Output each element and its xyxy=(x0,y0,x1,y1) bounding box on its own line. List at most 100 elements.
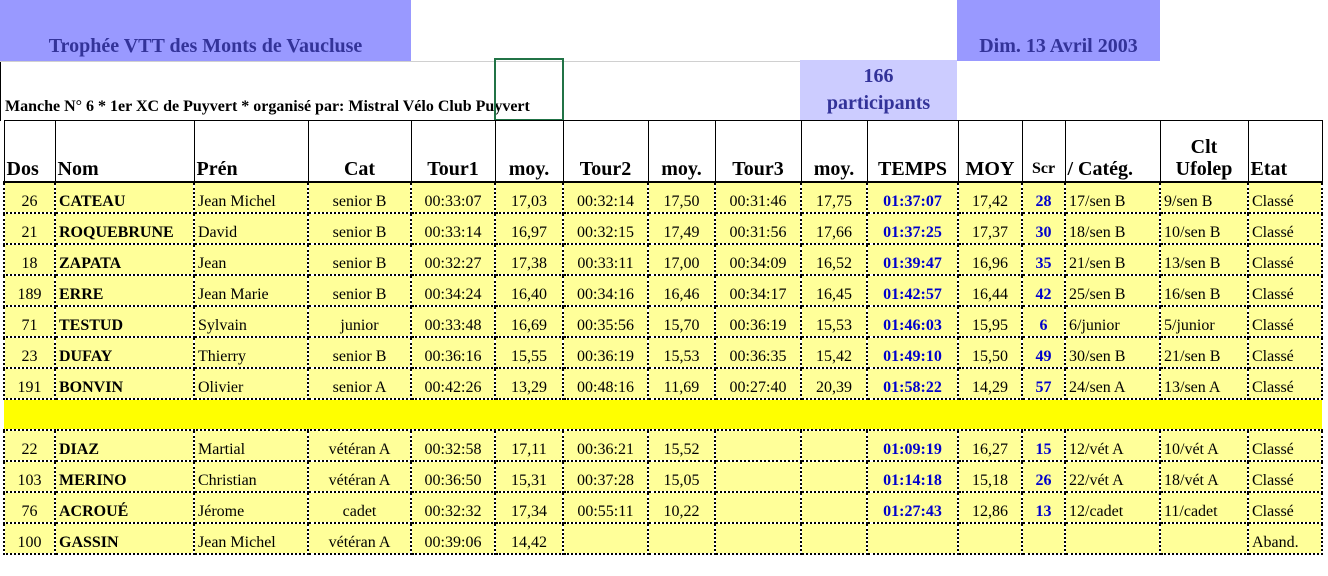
cell-tour2[interactable]: 00:55:11 xyxy=(562,492,649,524)
cell-temps[interactable]: 01:49:10 xyxy=(866,337,959,369)
cell-scr[interactable]: 57 xyxy=(1021,368,1066,400)
cell-nom[interactable]: BONVIN xyxy=(54,368,195,400)
cell-etat[interactable]: Classé xyxy=(1247,461,1323,493)
cell-scr[interactable]: 26 xyxy=(1021,461,1066,493)
cell-moy2[interactable]: 16,46 xyxy=(647,275,716,307)
cell-scr[interactable]: 42 xyxy=(1021,275,1066,307)
cell-moy1[interactable]: 16,69 xyxy=(494,306,564,338)
cell-cat[interactable]: senior B xyxy=(307,275,412,307)
cell-categ[interactable]: 6/junior xyxy=(1064,306,1161,338)
cell-moy[interactable]: 12,86 xyxy=(957,492,1023,524)
cell-dos[interactable]: 23 xyxy=(3,337,56,369)
cell-categ[interactable]: 12/vét A xyxy=(1064,430,1161,462)
cell-dos[interactable]: 100 xyxy=(3,523,56,555)
cell-moy3[interactable]: 16,45 xyxy=(800,275,868,307)
cell-pren[interactable]: Jean Marie xyxy=(193,275,309,307)
cell-clt[interactable]: 18/vét A xyxy=(1159,461,1249,493)
cell-clt[interactable]: 11/cadet xyxy=(1159,492,1249,524)
cell-moy2[interactable]: 17,49 xyxy=(647,213,716,245)
col-tour1[interactable]: Tour1 xyxy=(410,120,496,183)
cell-cat[interactable]: senior B xyxy=(307,182,412,214)
cell-temps[interactable]: 01:14:18 xyxy=(866,461,959,493)
cell-moy3[interactable] xyxy=(800,523,868,555)
cell-temps[interactable] xyxy=(866,523,959,555)
cell-tour1[interactable]: 00:33:14 xyxy=(410,213,496,245)
cell-clt[interactable] xyxy=(1159,523,1249,555)
cell-dos[interactable]: 189 xyxy=(3,275,56,307)
cell-clt[interactable]: 5/junior xyxy=(1159,306,1249,338)
cell-moy3[interactable]: 17,66 xyxy=(800,213,868,245)
cell-moy3[interactable]: 16,52 xyxy=(800,244,868,276)
cell-tour1[interactable]: 00:32:58 xyxy=(410,430,496,462)
cell-pren[interactable]: Christian xyxy=(193,461,309,493)
cell-tour3[interactable]: 00:27:40 xyxy=(714,368,802,400)
col-pren[interactable]: Prén xyxy=(193,120,309,183)
cell-categ[interactable]: 17/sen B xyxy=(1064,182,1161,214)
cell-temps[interactable]: 01:42:57 xyxy=(866,275,959,307)
cell-categ[interactable]: 12/cadet xyxy=(1064,492,1161,524)
cell-tour1[interactable]: 00:39:06 xyxy=(410,523,496,555)
col-categ[interactable]: / Catég. xyxy=(1064,120,1161,183)
cell-categ[interactable]: 22/vét A xyxy=(1064,461,1161,493)
cell-pren[interactable]: David xyxy=(193,213,309,245)
cell-scr[interactable]: 6 xyxy=(1021,306,1066,338)
cell-cat[interactable]: senior B xyxy=(307,213,412,245)
cell-tour1[interactable]: 00:32:32 xyxy=(410,492,496,524)
cell-categ[interactable]: 21/sen B xyxy=(1064,244,1161,276)
cell-moy[interactable]: 16,44 xyxy=(957,275,1023,307)
cell-scr[interactable]: 30 xyxy=(1021,213,1066,245)
cell-moy[interactable]: 14,29 xyxy=(957,368,1023,400)
cell-dos[interactable]: 22 xyxy=(3,430,56,462)
col-moy3[interactable]: moy. xyxy=(800,120,868,183)
cell-moy3[interactable]: 15,42 xyxy=(800,337,868,369)
cell-nom[interactable]: DUFAY xyxy=(54,337,195,369)
cell-cat[interactable]: vétéran A xyxy=(307,461,412,493)
cell-moy[interactable]: 15,18 xyxy=(957,461,1023,493)
cell-tour3[interactable]: 00:34:17 xyxy=(714,275,802,307)
cell-moy[interactable]: 15,50 xyxy=(957,337,1023,369)
cell-dos[interactable]: 18 xyxy=(3,244,56,276)
cell-clt[interactable]: 10/vét A xyxy=(1159,430,1249,462)
cell-nom[interactable]: TESTUD xyxy=(54,306,195,338)
cell-temps[interactable]: 01:09:19 xyxy=(866,430,959,462)
cell-nom[interactable]: ACROUÉ xyxy=(54,492,195,524)
cell-dos[interactable]: 103 xyxy=(3,461,56,493)
cell-tour3[interactable] xyxy=(714,430,802,462)
cell-cat[interactable]: junior xyxy=(307,306,412,338)
cell-categ[interactable] xyxy=(1064,523,1161,555)
cell-scr[interactable]: 28 xyxy=(1021,182,1066,214)
cell-scr[interactable]: 13 xyxy=(1021,492,1066,524)
cell-moy1[interactable]: 17,34 xyxy=(494,492,564,524)
cell-etat[interactable]: Classé xyxy=(1247,182,1323,214)
cell-moy3[interactable]: 15,53 xyxy=(800,306,868,338)
cell-nom[interactable]: CATEAU xyxy=(54,182,195,214)
cell-moy2[interactable]: 15,53 xyxy=(647,337,716,369)
col-moy1[interactable]: moy. xyxy=(494,120,564,183)
cell-cat[interactable]: senior B xyxy=(307,244,412,276)
cell-dos[interactable]: 191 xyxy=(3,368,56,400)
col-tour3[interactable]: Tour3 xyxy=(714,120,802,183)
cell-nom[interactable]: GASSIN xyxy=(54,523,195,555)
cell-scr[interactable]: 35 xyxy=(1021,244,1066,276)
cell-moy2[interactable]: 17,00 xyxy=(647,244,716,276)
cell-etat[interactable]: Classé xyxy=(1247,430,1323,462)
cell-tour1[interactable]: 00:33:48 xyxy=(410,306,496,338)
cell-etat[interactable]: Aband. xyxy=(1247,523,1323,555)
cell-etat[interactable]: Classé xyxy=(1247,213,1323,245)
cell-moy2[interactable] xyxy=(647,523,716,555)
col-scr[interactable]: Scr xyxy=(1021,120,1066,183)
cell-moy2[interactable]: 15,52 xyxy=(647,430,716,462)
cell-cat[interactable]: senior B xyxy=(307,337,412,369)
cell-tour1[interactable]: 00:34:24 xyxy=(410,275,496,307)
col-clt-ufolep[interactable]: Clt Ufolep xyxy=(1159,120,1249,183)
cell-tour2[interactable]: 00:35:56 xyxy=(562,306,649,338)
cell-etat[interactable]: Classé xyxy=(1247,244,1323,276)
cell-moy[interactable]: 17,37 xyxy=(957,213,1023,245)
cell-scr[interactable]: 15 xyxy=(1021,430,1066,462)
cell-moy3[interactable]: 20,39 xyxy=(800,368,868,400)
cell-pren[interactable]: Sylvain xyxy=(193,306,309,338)
cell-moy1[interactable]: 17,38 xyxy=(494,244,564,276)
col-cat[interactable]: Cat xyxy=(307,120,412,183)
cell-categ[interactable]: 25/sen B xyxy=(1064,275,1161,307)
cell-moy2[interactable]: 15,05 xyxy=(647,461,716,493)
